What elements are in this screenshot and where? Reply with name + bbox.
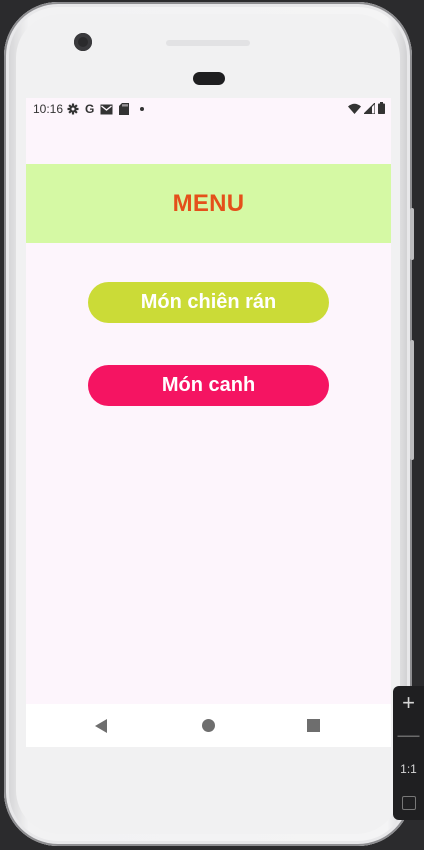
device-screen: 10:16 G MENU Món chiên rán Món canh <box>26 98 391 747</box>
dot-icon <box>140 107 145 111</box>
top-speaker <box>166 40 250 46</box>
front-camera-icon <box>74 33 92 51</box>
signal-icon <box>364 102 375 114</box>
menu-header: MENU <box>26 164 391 243</box>
google-icon: G <box>85 102 95 116</box>
earpiece-speaker <box>193 72 225 85</box>
emulator-stage: 10:16 G MENU Món chiên rán Món canh + — … <box>0 0 424 850</box>
power-button[interactable] <box>410 208 414 260</box>
sd-card-icon <box>119 103 130 115</box>
status-bar: 10:16 G <box>26 98 391 120</box>
battery-icon <box>378 102 385 114</box>
gear-icon <box>67 103 79 115</box>
fried-dishes-button[interactable]: Món chiên rán <box>88 282 329 323</box>
page-title: MENU <box>172 189 245 217</box>
recents-icon[interactable] <box>307 719 320 732</box>
gmail-icon <box>100 104 113 114</box>
volume-button[interactable] <box>410 340 414 460</box>
status-notification-icons: G <box>67 103 145 115</box>
navigation-bar <box>26 704 391 747</box>
status-system-icons <box>348 102 385 114</box>
fit-screen-icon[interactable] <box>402 796 416 810</box>
soup-dishes-button[interactable]: Món canh <box>88 365 329 406</box>
wifi-icon <box>348 103 361 114</box>
zoom-in-button[interactable]: + <box>393 690 424 716</box>
zoom-out-button[interactable]: — <box>393 722 424 748</box>
actual-size-button[interactable]: 1:1 <box>393 762 424 776</box>
back-icon[interactable] <box>95 719 107 733</box>
status-time: 10:16 <box>33 102 64 116</box>
emulator-zoom-toolbar: + — 1:1 <box>393 686 424 820</box>
home-icon[interactable] <box>202 719 215 732</box>
